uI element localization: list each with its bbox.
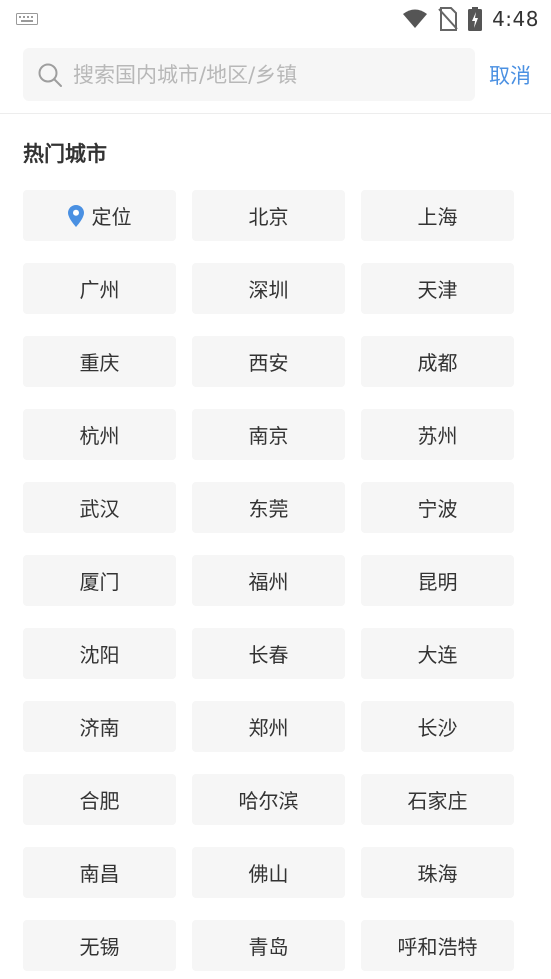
city-chip[interactable]: 济南 [23,701,176,752]
search-box[interactable] [23,48,475,101]
hot-cities-grid: 定位 北京 上海 广州 深圳 天津 重庆 西安 成都 杭州 南京 苏州 武汉 东… [23,190,515,971]
location-pin-icon [67,204,84,227]
city-chip[interactable]: 南京 [192,409,345,460]
city-chip[interactable]: 成都 [361,336,514,387]
cancel-button[interactable]: 取消 [489,60,531,90]
status-bar: 4:48 [0,0,551,38]
city-chip[interactable]: 大连 [361,628,514,679]
no-sim-icon [438,7,458,31]
city-chip[interactable]: 佛山 [192,847,345,898]
city-chip[interactable]: 郑州 [192,701,345,752]
keyboard-icon [16,13,38,25]
city-chip[interactable]: 福州 [192,555,345,606]
city-chip[interactable]: 宁波 [361,482,514,533]
city-chip[interactable]: 石家庄 [361,774,514,825]
city-chip[interactable]: 昆明 [361,555,514,606]
city-chip[interactable]: 重庆 [23,336,176,387]
city-chip[interactable]: 杭州 [23,409,176,460]
city-chip[interactable]: 南昌 [23,847,176,898]
city-chip[interactable]: 青岛 [192,920,345,971]
city-chip[interactable]: 东莞 [192,482,345,533]
city-chip[interactable]: 珠海 [361,847,514,898]
city-chip[interactable]: 苏州 [361,409,514,460]
locate-label: 定位 [91,205,132,229]
city-chip[interactable]: 北京 [192,190,345,241]
city-chip[interactable]: 深圳 [192,263,345,314]
city-chip[interactable]: 长春 [192,628,345,679]
city-chip[interactable]: 无锡 [23,920,176,971]
battery-charging-icon [468,7,483,31]
search-row: 取消 [0,38,551,114]
city-chip[interactable]: 哈尔滨 [192,774,345,825]
city-chip[interactable]: 武汉 [23,482,176,533]
city-chip[interactable]: 西安 [192,336,345,387]
search-icon [38,63,62,87]
search-input[interactable] [71,61,455,88]
city-chip[interactable]: 天津 [361,263,514,314]
city-chip[interactable]: 上海 [361,190,514,241]
status-time: 4:48 [492,7,539,31]
hot-cities-title: 热门城市 [23,142,107,166]
city-chip[interactable]: 呼和浩特 [361,920,514,971]
city-chip[interactable]: 厦门 [23,555,176,606]
city-chip[interactable]: 长沙 [361,701,514,752]
city-chip[interactable]: 合肥 [23,774,176,825]
locate-button[interactable]: 定位 [23,190,176,241]
city-chip[interactable]: 广州 [23,263,176,314]
city-chip[interactable]: 沈阳 [23,628,176,679]
wifi-icon [403,9,428,28]
